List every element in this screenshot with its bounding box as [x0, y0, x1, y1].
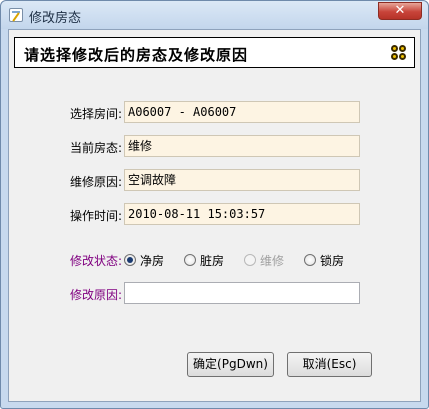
window-title: 修改房态: [29, 11, 82, 26]
dialog-body: 请选择修改后的房态及修改原因 选择房间: A06007 - A06007 当前房…: [8, 29, 421, 402]
settings-icon-dot: [391, 45, 398, 52]
repair-reason-label: 维修原因:: [69, 175, 122, 189]
repair-reason-field: 空调故障: [124, 169, 360, 191]
room-field: A06007 - A06007: [124, 101, 360, 123]
settings-icon[interactable]: [391, 45, 407, 61]
radio-label: 脏房: [200, 253, 225, 268]
operation-time-label: 操作时间:: [69, 209, 122, 223]
instruction-title: 请选择修改后的房态及修改原因: [24, 46, 249, 64]
room-label: 选择房间:: [69, 107, 122, 121]
modify-reason-label: 修改原因:: [69, 288, 122, 302]
settings-icon-dot: [399, 53, 406, 60]
radio-label: 锁房: [320, 253, 345, 268]
current-status-label: 当前房态:: [69, 141, 122, 155]
settings-icon-dot: [399, 45, 406, 52]
cancel-button[interactable]: 取消(Esc): [287, 352, 372, 377]
dialog-window: 修改房态 ✕ 请选择修改后的房态及修改原因 选择房间: A06007 - A06…: [0, 0, 429, 409]
settings-icon-dot: [391, 53, 398, 60]
radio-dirty-room[interactable]: 脏房: [184, 252, 224, 268]
instruction-panel: 请选择修改后的房态及修改原因: [14, 37, 415, 68]
radio-label: 净房: [140, 253, 165, 268]
radio-repair-room: 维修: [244, 252, 284, 268]
close-button[interactable]: ✕: [378, 2, 422, 20]
edit-icon: [9, 8, 23, 22]
radio-button[interactable]: [184, 254, 196, 266]
modify-reason-input[interactable]: [124, 282, 360, 304]
title-bar[interactable]: 修改房态 ✕: [1, 1, 428, 29]
ok-button[interactable]: 确定(PgDwn): [187, 352, 274, 377]
current-status-field: 维修: [124, 135, 360, 157]
modify-status-label: 修改状态:: [69, 254, 122, 268]
radio-button[interactable]: [304, 254, 316, 266]
operation-time-field: 2010-08-11 15:03:57: [124, 203, 360, 225]
radio-locked-room[interactable]: 锁房: [304, 252, 344, 268]
radio-label: 维修: [260, 253, 285, 268]
modify-status-radio-group: 净房 脏房 维修 锁房: [124, 252, 364, 268]
radio-button: [244, 254, 256, 266]
radio-clean-room[interactable]: 净房: [124, 252, 164, 268]
radio-button[interactable]: [124, 254, 136, 266]
